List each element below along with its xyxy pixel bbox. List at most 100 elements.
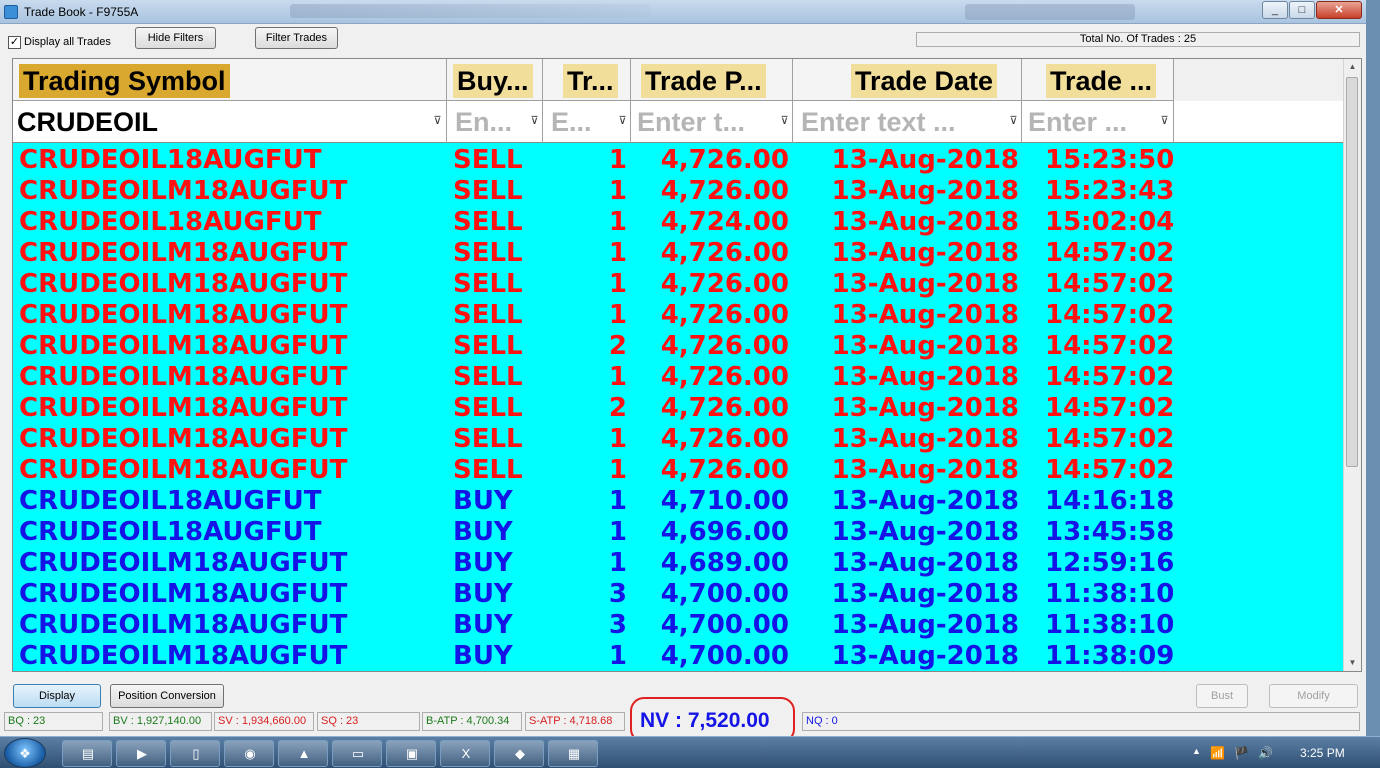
start-button[interactable]: ❖ (4, 738, 46, 768)
table-row[interactable]: CRUDEOILM18AUGFUT BUY 1 4,689.00 13-Aug-2018… (13, 548, 1343, 579)
filter-funnel-icon[interactable]: ⊽ (778, 115, 791, 128)
table-row[interactable]: CRUDEOILM18AUGFUT BUY 3 4,700.00 13-Aug-2018… (13, 579, 1343, 610)
cell-trade-qty: 1 (608, 207, 627, 237)
header-trade-time[interactable]: Trade ... (1022, 59, 1174, 101)
cell-trade-qty: 1 (608, 145, 627, 175)
display-all-trades-label: Display all Trades (24, 36, 111, 48)
table-row[interactable]: CRUDEOIL18AUGFUT SELL 1 4,726.00 13-Aug-2018… (13, 145, 1343, 176)
table-row[interactable]: CRUDEOILM18AUGFUT SELL 1 4,726.00 13-Aug-201… (13, 176, 1343, 207)
filter-funnel-icon[interactable]: ⊽ (1007, 115, 1020, 128)
table-row[interactable]: CRUDEOILM18AUGFUT SELL 1 4,726.00 13-Aug-201… (13, 300, 1343, 331)
cell-buy-sell: BUY (453, 486, 513, 516)
cell-trading-symbol: CRUDEOILM18AUGFUT (19, 455, 348, 485)
taskbar-calculator-button[interactable]: ▦ (548, 740, 598, 767)
app-icon (4, 5, 18, 19)
filter-funnel-icon[interactable]: ⊽ (616, 115, 629, 128)
taskbar-folder-button[interactable]: ▤ (62, 740, 112, 767)
header-trade-date[interactable]: Trade Date (793, 59, 1022, 101)
filter-buy-sell[interactable]: En... ⊽ (447, 101, 543, 143)
cell-trade-time: 11:38:10 (1045, 579, 1173, 609)
filter-placeholder[interactable]: En... (455, 105, 512, 139)
taskbar-media-player-button[interactable]: ▶ (116, 740, 166, 767)
taskbar-trading-app-button[interactable]: ◆ (494, 740, 544, 767)
excel-icon: X (461, 746, 471, 761)
table-row[interactable]: CRUDEOILM18AUGFUT SELL 1 4,726.00 13-Aug-201… (13, 424, 1343, 455)
close-button[interactable]: ✕ (1316, 1, 1362, 19)
volume-icon[interactable]: 🔊 (1258, 746, 1273, 760)
folder-icon: ▤ (81, 746, 95, 761)
bust-button[interactable]: Bust (1196, 684, 1248, 708)
cell-buy-sell: SELL (453, 455, 523, 485)
header-trade-qty[interactable]: Tr... (543, 59, 631, 101)
header-trading-symbol[interactable]: Trading Symbol (13, 59, 447, 101)
cell-trade-price: 4,726.00 (660, 238, 789, 268)
clock[interactable]: 3:25 PM (1300, 746, 1345, 760)
scroll-thumb[interactable] (1346, 77, 1358, 467)
action-center-flag-icon[interactable]: 🏴 (1234, 746, 1249, 760)
window-title-bar[interactable]: Trade Book - F9755A _ □ ✕ (0, 0, 1366, 24)
taskbar-chrome-button[interactable]: ◉ (224, 740, 274, 767)
cell-trade-price: 4,726.00 (660, 269, 789, 299)
table-row[interactable]: CRUDEOILM18AUGFUT SELL 1 4,726.00 13-Aug-201… (13, 269, 1343, 300)
table-row[interactable]: CRUDEOILM18AUGFUT SELL 1 4,726.00 13-Aug-201… (13, 238, 1343, 269)
taskbar-document-button[interactable]: ▯ (170, 740, 220, 767)
filter-trading-symbol[interactable]: CRUDEOIL ⊽ (13, 101, 447, 143)
table-row[interactable]: CRUDEOILM18AUGFUT BUY 1 4,700.00 13-Aug-2018… (13, 641, 1343, 671)
filter-value[interactable]: CRUDEOIL (17, 105, 158, 139)
filter-placeholder[interactable]: Enter t... (637, 105, 745, 139)
scroll-down-arrow-icon[interactable]: ▼ (1344, 655, 1361, 671)
filter-funnel-icon[interactable]: ⊽ (431, 115, 444, 128)
network-icon[interactable]: 📶 (1210, 746, 1225, 760)
cell-trade-qty: 1 (608, 269, 627, 299)
taskbar-excel-button[interactable]: X (440, 740, 490, 767)
display-button[interactable]: Display (13, 684, 101, 708)
table-row[interactable]: CRUDEOILM18AUGFUT SELL 1 4,726.00 13-Aug-201… (13, 362, 1343, 393)
cell-trading-symbol: CRUDEOIL18AUGFUT (19, 486, 322, 516)
filter-placeholder[interactable]: Enter ... (1028, 105, 1127, 139)
filter-funnel-icon[interactable]: ⊽ (1158, 115, 1171, 128)
maximize-button[interactable]: □ (1289, 1, 1315, 19)
cell-trading-symbol: CRUDEOILM18AUGFUT (19, 641, 348, 671)
modify-button[interactable]: Modify (1269, 684, 1358, 708)
display-all-trades-checkbox[interactable]: ✓ (8, 36, 21, 49)
filter-funnel-icon[interactable]: ⊽ (528, 115, 541, 128)
table-row[interactable]: CRUDEOIL18AUGFUT BUY 1 4,710.00 13-Aug-2018 1… (13, 486, 1343, 517)
tray-expand-icon[interactable]: ▲ (1192, 746, 1201, 756)
table-row[interactable]: CRUDEOIL18AUGFUT SELL 1 4,724.00 13-Aug-2018… (13, 207, 1343, 238)
filter-trade-time[interactable]: Enter ... ⊽ (1022, 101, 1174, 143)
hide-filters-button[interactable]: Hide Filters (135, 27, 216, 49)
filter-trade-qty[interactable]: E... ⊽ (543, 101, 631, 143)
cell-trade-price: 4,700.00 (660, 641, 789, 671)
position-conversion-button[interactable]: Position Conversion (110, 684, 224, 708)
cell-trade-date: 13-Aug-2018 (831, 610, 1019, 640)
cell-trade-price: 4,700.00 (660, 610, 789, 640)
grid-vertical-scrollbar[interactable]: ▲ ▼ (1343, 59, 1361, 671)
taskbar-window-button[interactable]: ▣ (386, 740, 436, 767)
filter-trades-button[interactable]: Filter Trades (255, 27, 338, 49)
filter-placeholder[interactable]: Enter text ... (801, 105, 956, 139)
cell-trade-qty: 2 (608, 393, 627, 423)
table-row[interactable]: CRUDEOILM18AUGFUT SELL 2 4,726.00 13-Aug-201… (13, 393, 1343, 424)
table-row[interactable]: CRUDEOILM18AUGFUT BUY 3 4,700.00 13-Aug-2018… (13, 610, 1343, 641)
cell-trade-qty: 2 (608, 331, 627, 361)
table-row[interactable]: CRUDEOIL18AUGFUT BUY 1 4,696.00 13-Aug-2018 1… (13, 517, 1343, 548)
cell-trade-date: 13-Aug-2018 (831, 424, 1019, 454)
scroll-up-arrow-icon[interactable]: ▲ (1344, 59, 1361, 75)
cell-trade-qty: 1 (608, 517, 627, 547)
cell-trade-qty: 1 (608, 300, 627, 330)
header-trade-price[interactable]: Trade P... (631, 59, 793, 101)
taskbar-app-button[interactable]: ▲ (278, 740, 328, 767)
trades-grid[interactable]: Trading Symbol Buy... Tr... Trade P... T… (12, 58, 1362, 672)
taskbar-explorer-button[interactable]: ▭ (332, 740, 382, 767)
table-row[interactable]: CRUDEOILM18AUGFUT SELL 1 4,726.00 13-Aug-201… (13, 455, 1343, 486)
filter-trade-date[interactable]: Enter text ... ⊽ (793, 101, 1022, 143)
cell-trading-symbol: CRUDEOIL18AUGFUT (19, 145, 322, 175)
table-row[interactable]: CRUDEOILM18AUGFUT SELL 2 4,726.00 13-Aug-201… (13, 331, 1343, 362)
cell-buy-sell: SELL (453, 176, 523, 206)
cell-trade-time: 15:02:04 (1045, 207, 1173, 237)
filter-trade-price[interactable]: Enter t... ⊽ (631, 101, 793, 143)
header-buy-sell[interactable]: Buy... (447, 59, 543, 101)
filter-placeholder[interactable]: E... (551, 105, 592, 139)
status-s-atp: S-ATP : 4,718.68 (525, 712, 625, 731)
minimize-button[interactable]: _ (1262, 1, 1288, 19)
